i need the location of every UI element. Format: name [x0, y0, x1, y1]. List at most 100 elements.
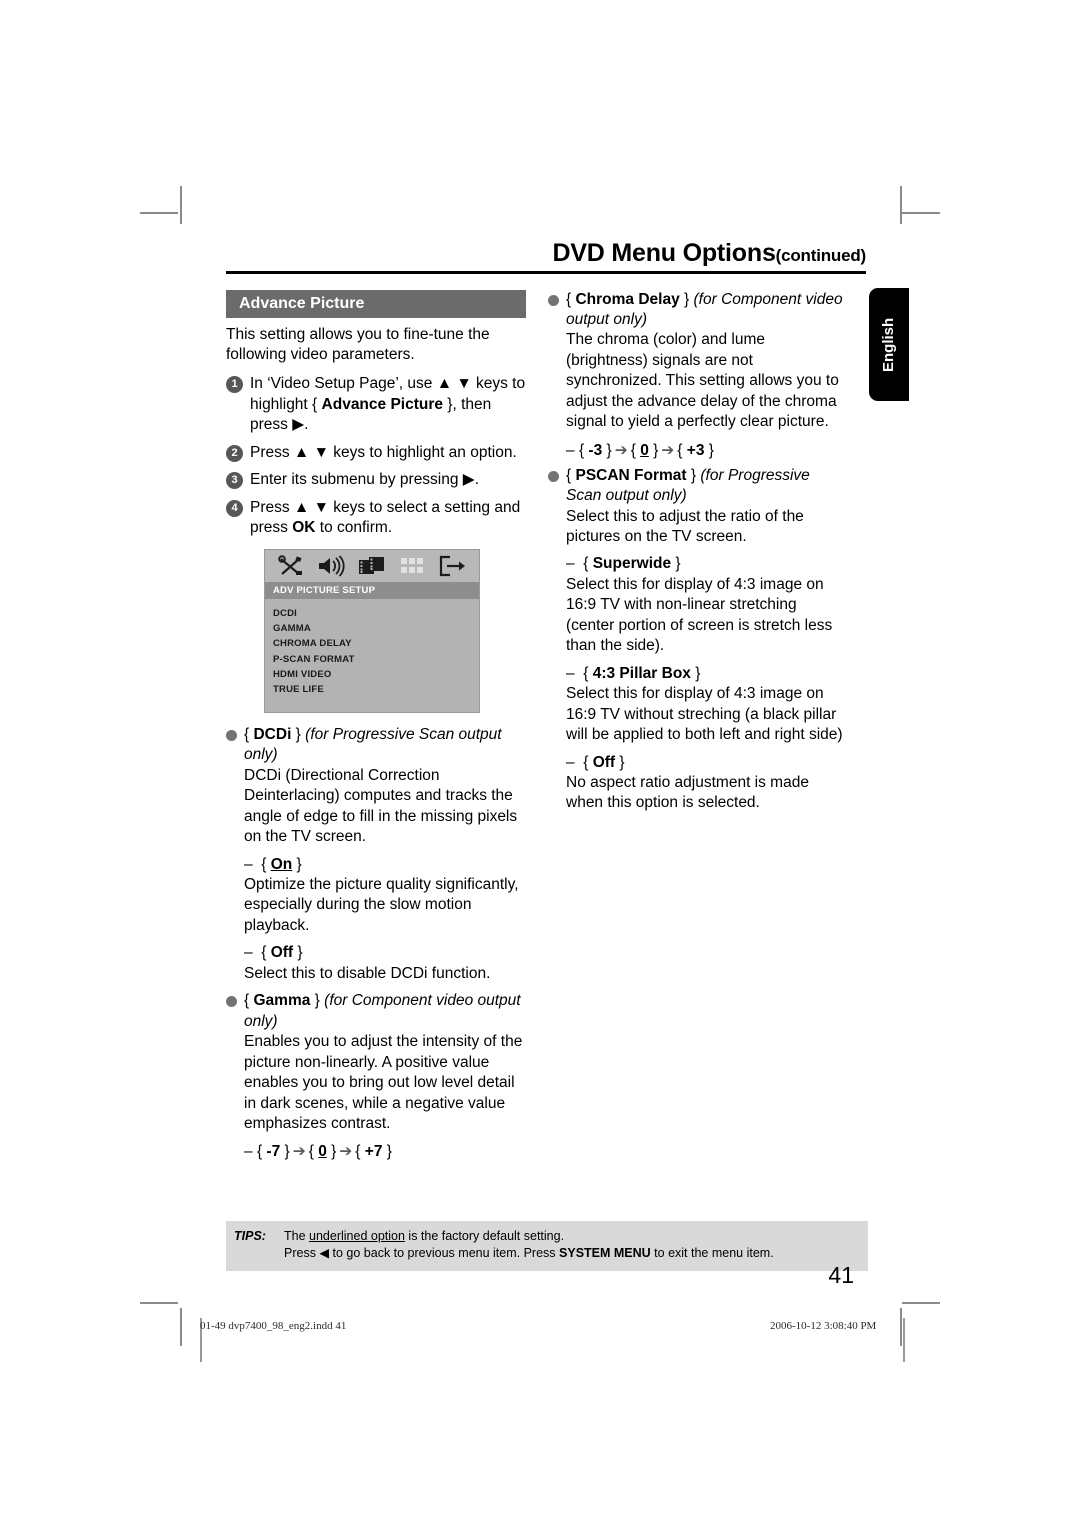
- tips-line1-after: is the factory default setting.: [404, 1229, 565, 1243]
- setting-label-row: – { Off }: [244, 944, 303, 962]
- osd-item-p-scan-format[interactable]: P-SCAN FORMAT: [273, 652, 479, 667]
- step-text-bold: Advance Picture: [321, 395, 443, 413]
- running-head-continued: (continued): [775, 246, 867, 265]
- crop-mark-bottom-right-h: [902, 1302, 940, 1304]
- option-block-chroma-delay: { Chroma Delay } (for Component video ou…: [548, 290, 848, 433]
- setting-label-row: – { 4:3 Pillar Box }: [566, 664, 701, 682]
- tips-body: The underlined option is the factory def…: [284, 1228, 862, 1263]
- setting-description: Select this for display of 4:3 image on …: [566, 685, 843, 744]
- setting-label: On: [270, 855, 293, 873]
- step-text-after: to confirm.: [315, 519, 393, 537]
- step-item: 2 Press ▲ ▼ keys to highlight an option.: [226, 443, 526, 463]
- option-block-gamma: { Gamma } (for Component video output on…: [226, 991, 526, 1134]
- crop-mark-bottom-left-h: [140, 1302, 178, 1304]
- speaker-icon: [317, 554, 345, 577]
- bullet-icon: [548, 294, 559, 306]
- step-number: 2: [226, 444, 243, 462]
- tips-line-1: The underlined option is the factory def…: [284, 1228, 862, 1245]
- osd-menu-graphic: ADV PICTURE SETUP DCDI GAMMA CHROMA DELA…: [264, 548, 480, 713]
- two-column-layout: Advance Picture This setting allows you …: [226, 289, 866, 1166]
- option-body: { PSCAN Format } (for Progressive Scan o…: [566, 466, 848, 548]
- osd-title: ADV PICTURE SETUP: [265, 581, 479, 599]
- arrow-icon: ➔: [614, 441, 628, 459]
- tips-line1-before: The: [284, 1229, 310, 1243]
- crop-mark-top-right-h: [902, 212, 940, 214]
- osd-item-dcdi[interactable]: DCDI: [273, 606, 479, 621]
- crop-mark-top-right: [900, 186, 902, 224]
- crop-mark-bottom-right: [900, 1308, 902, 1346]
- setting-label: Superwide: [592, 555, 672, 573]
- osd-item-chroma-delay[interactable]: CHROMA DELAY: [273, 636, 479, 651]
- exit-icon: [438, 555, 466, 577]
- step-text-before: Press ▲ ▼ keys to highlight an option.: [250, 443, 517, 461]
- step-item: 3 Enter its submenu by pressing ▶.: [226, 470, 526, 490]
- option-description: The chroma (color) and lume (brightness)…: [566, 331, 839, 431]
- range-max: +7: [364, 1143, 383, 1161]
- option-body: { Gamma } (for Component video output on…: [244, 991, 526, 1134]
- page-number: 41: [828, 1262, 854, 1288]
- footer-file-name: 01-49 dvp7400_98_eng2.indd 41: [200, 1320, 347, 1332]
- setting-label-row: – { Superwide }: [566, 555, 681, 573]
- option-description: Select this to adjust the ratio of the p…: [566, 507, 804, 546]
- arrow-icon: ➔: [292, 1143, 306, 1161]
- film-icon: [358, 555, 386, 577]
- range-mid: 0: [640, 441, 649, 459]
- page-title: DVD Menu Options: [552, 239, 776, 267]
- osd-item-gamma[interactable]: GAMMA: [273, 621, 479, 636]
- setting-block-off: – { Off } No aspect ratio adjustment is …: [548, 753, 848, 814]
- right-column: { Chroma Delay } (for Component video ou…: [548, 290, 848, 814]
- step-text-bold: OK: [292, 519, 316, 537]
- setting-block-pillar-box: – { 4:3 Pillar Box } Select this for dis…: [548, 664, 848, 746]
- tips-line2-after: to exit the menu item.: [650, 1246, 774, 1261]
- step-item: 1 In ‘Video Setup Page’, use ▲ ▼ keys to…: [226, 374, 526, 435]
- setting-description: No aspect ratio adjustment is made when …: [566, 774, 809, 812]
- range-mid: 0: [318, 1143, 327, 1161]
- language-tab-label: English: [880, 317, 897, 372]
- running-head: DVD Menu Options(continued): [226, 239, 867, 271]
- setting-description: Select this for display of 4:3 image on …: [566, 575, 833, 655]
- range-min: -3: [588, 441, 603, 459]
- setting-block-on: – { On } Optimize the picture quality si…: [226, 855, 526, 937]
- footer-timestamp: 2006-10-12 3:08:40 PM: [770, 1320, 877, 1332]
- osd-item-true-life[interactable]: TRUE LIFE: [273, 682, 479, 697]
- step-text: Enter its submenu by pressing ▶.: [250, 470, 526, 490]
- option-description: Enables you to adjust the intensity of t…: [244, 1033, 523, 1132]
- crop-mark-top-left-h: [140, 212, 178, 214]
- osd-icon-row: [265, 549, 479, 582]
- setting-label: Off: [270, 944, 294, 962]
- page-content: DVD Menu Options(continued) Advance Pict…: [226, 239, 867, 1310]
- left-column: Advance Picture This setting allows you …: [226, 289, 526, 1166]
- setting-block-superwide: – { Superwide } Select this for display …: [548, 554, 848, 656]
- section-header-advance-picture: Advance Picture: [226, 289, 526, 318]
- arrow-icon: ➔: [661, 441, 675, 459]
- crop-mark-bottom-left: [180, 1308, 182, 1346]
- option-name: Gamma: [253, 992, 311, 1010]
- setting-label: 4:3 Pillar Box: [592, 664, 691, 682]
- setting-description: Optimize the picture quality significant…: [244, 876, 519, 934]
- option-block-dcdi: { DCDi } (for Progressive Scan output on…: [226, 725, 526, 848]
- step-number: 1: [226, 376, 243, 394]
- intro-paragraph: This setting allows you to fine-tune the…: [226, 325, 490, 363]
- footer-rule-right: [903, 1318, 905, 1362]
- tips-label: TIPS:: [234, 1229, 266, 1243]
- setting-label-row: – { Off }: [566, 753, 625, 771]
- range-max: +3: [686, 441, 705, 459]
- setting-label: Off: [592, 753, 616, 771]
- step-item: 4 Press ▲ ▼ keys to select a setting and…: [226, 498, 526, 539]
- tools-icon: [277, 554, 304, 577]
- option-name: PSCAN Format: [575, 466, 687, 484]
- option-body: { DCDi } (for Progressive Scan output on…: [244, 725, 526, 848]
- step-number: 3: [226, 472, 243, 490]
- setting-description: Select this to disable DCDi function.: [244, 964, 491, 982]
- osd-item-hdmi-video[interactable]: HDMI VIDEO: [273, 667, 479, 682]
- bullet-icon: [226, 996, 237, 1008]
- setting-block-off: – { Off } Select this to disable DCDi fu…: [226, 943, 526, 984]
- arrow-icon: ➔: [339, 1143, 353, 1161]
- tips-line1-underlined: underlined option: [309, 1229, 405, 1243]
- bullet-icon: [548, 470, 559, 482]
- osd-item-list: DCDI GAMMA CHROMA DELAY P-SCAN FORMAT HD…: [265, 598, 479, 712]
- language-tab: English: [869, 288, 909, 401]
- option-name: Chroma Delay: [575, 290, 680, 308]
- header-rule: [226, 270, 866, 274]
- step-text: Press ▲ ▼ keys to highlight an option.: [250, 443, 526, 463]
